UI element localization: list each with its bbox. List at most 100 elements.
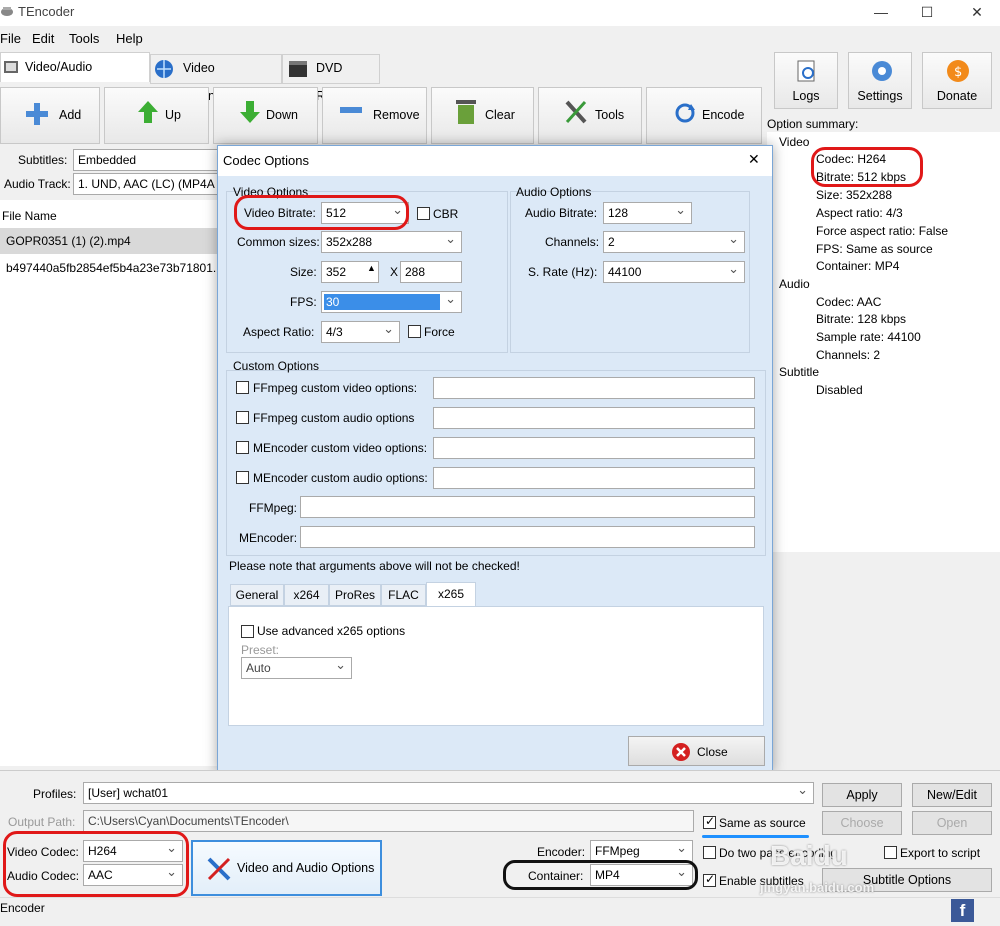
- svg-text:$: $: [954, 65, 962, 80]
- export-script-checkbox[interactable]: [884, 846, 897, 859]
- width-spinner-arrows[interactable]: ▲: [367, 263, 376, 273]
- mencoder-audio-field[interactable]: [433, 467, 755, 489]
- audio-codec-select[interactable]: AAC: [83, 864, 183, 886]
- remove-button[interactable]: Remove: [322, 87, 427, 144]
- option-summary-tree[interactable]: Video Codec: H264 Bitrate: 512 kbps Size…: [767, 132, 1000, 552]
- globe-icon: [155, 60, 173, 78]
- preset-select[interactable]: Auto: [241, 657, 352, 679]
- gear-icon: [872, 61, 892, 81]
- settings-button[interactable]: Settings: [848, 52, 912, 109]
- down-button[interactable]: Down: [213, 87, 318, 144]
- tab-dvd-ripper[interactable]: DVD Ripper: [282, 54, 380, 103]
- channels-select[interactable]: 2: [603, 231, 745, 253]
- tools-button[interactable]: Tools: [538, 87, 642, 144]
- donate-button[interactable]: $ Donate: [922, 52, 992, 109]
- height-spinner[interactable]: 288: [400, 261, 462, 283]
- watermark-brand: Baidu: [770, 840, 848, 871]
- window-title: TEncoder: [18, 4, 75, 19]
- arrow-up-icon: [138, 101, 158, 123]
- audio-track-select[interactable]: 1. UND, AAC (LC) (MP4A / 0x: [73, 173, 223, 195]
- status-bar: Encoder f: [0, 897, 1000, 926]
- list-item[interactable]: GOPR0351 (1) (2).mp4: [0, 228, 220, 254]
- encode-button[interactable]: Encode: [646, 87, 762, 144]
- tree-subtitle[interactable]: Subtitle: [779, 365, 819, 379]
- logs-icon: [797, 60, 815, 82]
- force-checkbox[interactable]: [408, 325, 421, 338]
- app-icon: [1, 7, 13, 16]
- maximize-button[interactable]: ☐: [904, 0, 950, 26]
- up-button[interactable]: Up: [104, 87, 209, 144]
- video-bitrate-select[interactable]: 512: [321, 202, 409, 224]
- same-as-source-checkbox[interactable]: [703, 814, 716, 829]
- subtab-x264[interactable]: x264: [284, 584, 329, 606]
- sample-rate-select[interactable]: 44100: [603, 261, 745, 283]
- apply-button[interactable]: Apply: [822, 783, 902, 807]
- menu-bar: File Edit Tools Help: [0, 28, 760, 50]
- dialog-close-icon[interactable]: ✕: [748, 151, 760, 168]
- ffmpeg-audio-field[interactable]: [433, 407, 755, 429]
- minimize-button[interactable]: —: [858, 0, 904, 26]
- subtab-x265[interactable]: x265: [426, 582, 476, 607]
- menu-help[interactable]: Help: [116, 31, 143, 46]
- tree-audio[interactable]: Audio: [779, 277, 810, 291]
- subtitles-select[interactable]: Embedded: [73, 149, 223, 171]
- choose-button[interactable]: Choose: [822, 811, 902, 835]
- clapperboard-icon: [289, 61, 307, 77]
- list-item[interactable]: b497440a5fb2854ef5b4a23e73b71801.: [0, 256, 220, 280]
- tools-icon: [207, 857, 231, 881]
- close-button[interactable]: ✕: [954, 0, 1000, 26]
- subtab-prores[interactable]: ProRes: [329, 584, 381, 606]
- profiles-select[interactable]: [User] wchat01: [83, 782, 814, 804]
- mencoder-audio-checkbox[interactable]: [236, 471, 249, 484]
- plus-icon: [26, 103, 48, 125]
- note-text: Please note that arguments above will no…: [229, 559, 520, 573]
- two-pass-checkbox[interactable]: [703, 846, 716, 859]
- converter-icon: [4, 61, 18, 73]
- clear-button[interactable]: Clear: [431, 87, 534, 144]
- facebook-icon[interactable]: f: [951, 899, 974, 922]
- add-button[interactable]: Add: [0, 87, 100, 144]
- arrow-down-icon: [240, 101, 260, 123]
- common-sizes-select[interactable]: 352x288: [321, 231, 462, 253]
- output-path-field[interactable]: C:\Users\Cyan\Documents\TEncoder\: [83, 810, 694, 832]
- enable-subtitles-checkbox[interactable]: [703, 872, 716, 887]
- video-codec-select[interactable]: H264: [83, 840, 183, 862]
- mencoder-field[interactable]: [300, 526, 755, 548]
- option-summary-title: Option summary:: [767, 117, 859, 131]
- ffmpeg-video-checkbox[interactable]: [236, 381, 249, 394]
- refresh-icon: [675, 103, 695, 123]
- cbr-checkbox[interactable]: [417, 207, 430, 220]
- ffmpeg-video-field[interactable]: [433, 377, 755, 399]
- file-list-header: File Name: [2, 209, 57, 223]
- file-list[interactable]: File Name GOPR0351 (1) (2).mp4 b497440a5…: [0, 200, 220, 766]
- container-select[interactable]: MP4: [590, 864, 693, 886]
- dialog-title-bar: Codec Options ✕: [218, 146, 772, 176]
- fps-select[interactable]: 30: [321, 291, 462, 313]
- new-edit-button[interactable]: New/Edit: [912, 783, 992, 807]
- use-advanced-checkbox[interactable]: [241, 625, 254, 638]
- trash-icon: [456, 100, 476, 124]
- subtab-flac[interactable]: FLAC: [381, 584, 426, 606]
- subtab-general[interactable]: General: [230, 584, 284, 606]
- audio-bitrate-select[interactable]: 128: [603, 202, 692, 224]
- menu-edit[interactable]: Edit: [32, 31, 54, 46]
- menu-file[interactable]: File: [0, 31, 21, 46]
- close-dialog-button[interactable]: Close: [628, 736, 765, 766]
- mencoder-video-checkbox[interactable]: [236, 441, 249, 454]
- audio-track-label: Audio Track:: [4, 177, 71, 191]
- ffmpeg-audio-checkbox[interactable]: [236, 411, 249, 424]
- video-audio-options-button[interactable]: Video and Audio Options: [191, 840, 382, 896]
- tab-video-audio-converter[interactable]: Video/Audio Converter: [0, 52, 150, 102]
- logs-button[interactable]: Logs: [774, 52, 838, 109]
- x265-panel: Use advanced x265 options Preset: Auto: [228, 606, 764, 726]
- menu-tools[interactable]: Tools: [69, 31, 99, 46]
- open-button[interactable]: Open: [912, 811, 992, 835]
- mencoder-video-field[interactable]: [433, 437, 755, 459]
- aspect-ratio-select[interactable]: 4/3: [321, 321, 400, 343]
- ffmpeg-field[interactable]: [300, 496, 755, 518]
- tree-video[interactable]: Video: [779, 135, 809, 149]
- audio-options-title: Audio Options: [516, 185, 592, 199]
- encoder-select[interactable]: FFMpeg: [590, 840, 693, 862]
- tab-video-downloader[interactable]: Video Downloader: [150, 54, 282, 103]
- codec-options-dialog: Codec Options ✕ Video Options Video Bitr…: [217, 145, 773, 773]
